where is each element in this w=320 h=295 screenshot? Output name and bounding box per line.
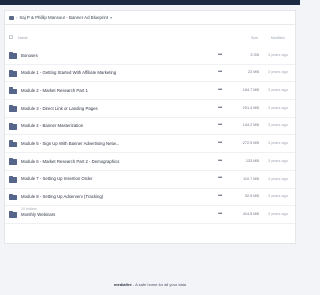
folder-row[interactable]: Module 7 - Setting Up Insertion Order •••… <box>5 171 295 189</box>
folder-size: 92.9 MB <box>244 194 259 199</box>
more-icon[interactable]: ••• <box>218 105 222 111</box>
more-icon[interactable]: ••• <box>218 175 222 181</box>
folder-modified: 3 years ago <box>268 88 288 93</box>
folder-name[interactable]: Module 8 - Setting Up Adserverv (Trackin… <box>21 194 103 199</box>
footer-brand[interactable]: mediafire <box>114 282 132 287</box>
folder-icon <box>9 122 17 130</box>
folder-name[interactable]: Module 6 - Market Research Part 2 - Demo… <box>21 159 119 164</box>
folder-size: 144.2 MB <box>242 123 259 128</box>
folder-size: 272.5 MB <box>242 141 259 146</box>
more-icon[interactable]: ••• <box>218 211 222 217</box>
folder-icon <box>9 15 14 20</box>
breadcrumb-current-folder[interactable]: Saj P & Phillip Mansour - Banner Ad Blue… <box>19 15 108 20</box>
folder-size: 3 GB <box>250 52 259 57</box>
chevron-right-icon: › <box>16 15 18 20</box>
folder-icon <box>9 69 17 77</box>
folder-row[interactable]: Module 4 - Banner Masterization ••• 144.2 … <box>5 118 295 136</box>
folder-row[interactable]: Module 6 - Market Research Part 2 - Demo… <box>5 153 295 171</box>
folder-modified: 3 years ago <box>268 52 288 57</box>
folder-icon <box>9 52 17 59</box>
folder-name[interactable]: Module 5 - Sign Up With Banner Advertisi… <box>21 141 119 146</box>
folder-icon <box>9 211 17 219</box>
folder-modified: 3 years ago <box>268 70 288 75</box>
folder-name[interactable]: Module 2 - Market Research Part 1 <box>21 88 88 93</box>
folder-name[interactable]: Bonuses <box>21 53 38 58</box>
folder-name[interactable]: Module 3 - Direct Link or Landing Pages <box>21 106 98 111</box>
folder-icon <box>9 175 17 183</box>
folder-size: 22 MB <box>248 70 259 75</box>
folder-name[interactable]: Module 7 - Setting Up Insertion Order <box>21 176 92 181</box>
folder-name[interactable]: Module 4 - Banner Masterization <box>21 123 83 128</box>
top-navigation-bar <box>0 0 300 5</box>
folder-modified: 3 years ago <box>268 123 288 128</box>
folder-size: 414.5 MB <box>242 211 259 216</box>
folder-modified: 3 years ago <box>268 141 288 146</box>
folder-icon <box>9 140 17 148</box>
folder-icon <box>9 193 17 201</box>
more-icon[interactable]: ••• <box>218 140 222 146</box>
folder-size: 133 MB <box>245 158 259 163</box>
folder-modified: 3 years ago <box>268 211 288 216</box>
column-header-name[interactable]: Name <box>18 36 28 40</box>
folder-list: Bonuses ••• 3 GB 3 years ago Module 1 - Gett… <box>5 47 295 224</box>
more-icon[interactable]: ••• <box>218 69 222 75</box>
folder-modified: 3 years ago <box>268 194 288 199</box>
folder-icon <box>9 105 17 113</box>
column-header-modified[interactable]: Modified <box>271 36 285 40</box>
footer: mediafire - A safe home for all your dat… <box>0 282 300 287</box>
more-icon[interactable]: ••• <box>218 52 222 58</box>
folder-modified: 3 years ago <box>268 176 288 181</box>
column-header: Name Size Modified <box>5 33 295 42</box>
column-header-size[interactable]: Size <box>251 36 258 40</box>
file-browser-panel: › Saj P & Phillip Mansour - Banner Ad Bl… <box>4 10 296 244</box>
folder-modified: 3 years ago <box>268 105 288 110</box>
folder-count: 10 folders <box>21 207 37 211</box>
folder-size: 110.7 MB <box>243 176 259 181</box>
more-icon[interactable]: ••• <box>218 122 222 128</box>
footer-tagline: - A safe home for all your data <box>131 282 187 287</box>
folder-size: 184.7 MB <box>242 88 259 93</box>
folder-row[interactable]: Monthly Webinars ••• 414.5 MB 3 years ago <box>5 206 295 224</box>
breadcrumb: › Saj P & Phillip Mansour - Banner Ad Bl… <box>5 11 295 25</box>
folder-row[interactable]: Module 5 - Sign Up With Banner Advertisi… <box>5 135 295 154</box>
folder-row[interactable]: Module 1 - Getting Started With Affiliat… <box>5 65 295 83</box>
folder-row[interactable]: Bonuses ••• 3 GB 3 years ago <box>5 47 295 65</box>
folder-row[interactable]: Module 3 - Direct Link or Landing Pages •… <box>5 100 295 118</box>
more-icon[interactable]: ••• <box>218 87 222 93</box>
folder-name[interactable]: Monthly Webinars <box>21 212 55 217</box>
folder-modified: 3 years ago <box>268 158 288 163</box>
folder-icon <box>9 158 17 166</box>
folder-icon <box>9 87 17 95</box>
folder-row[interactable]: Module 2 - Market Research Part 1 ••• 184.… <box>5 82 295 101</box>
folder-size: 201.4 MB <box>242 105 259 110</box>
folder-row[interactable]: Module 8 - Setting Up Adserverv (Trackin… <box>5 189 295 207</box>
more-icon[interactable]: ••• <box>218 193 222 199</box>
select-all-checkbox[interactable] <box>9 35 13 39</box>
folder-name[interactable]: Module 1 - Getting Started With Affiliat… <box>21 70 116 75</box>
more-icon[interactable]: ••• <box>218 158 222 164</box>
chevron-down-icon[interactable]: ▾ <box>110 15 112 20</box>
